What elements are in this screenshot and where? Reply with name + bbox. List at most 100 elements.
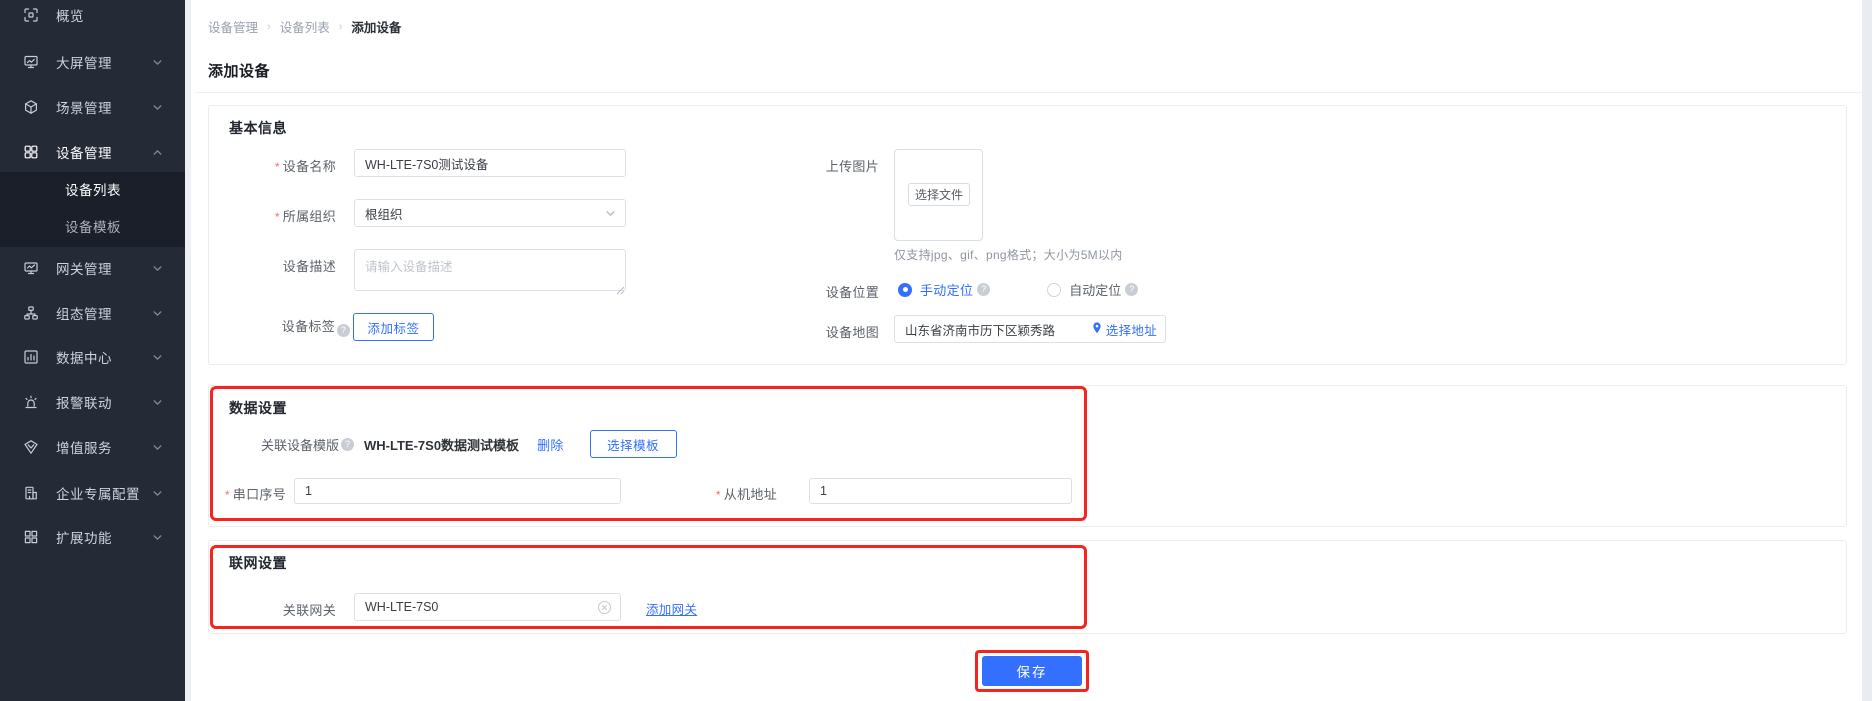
linked-template-label: 关联设备模版 (261, 437, 340, 453)
add-gateway-link[interactable]: 添加网关 (646, 599, 697, 618)
header-divider (195, 92, 1862, 93)
value-service-icon (23, 439, 39, 455)
linked-gateway-label: 关联网关 (282, 603, 336, 618)
device-map-value: 山东省济南市历下区颖秀路 (905, 323, 1056, 338)
sidebar-item-label: 组态管理 (56, 307, 112, 322)
location-radio-group: 手动定位 ? 自动定位 ? (898, 280, 1139, 299)
sidebar-item-label: 报警联动 (56, 396, 112, 411)
manual-location-radio[interactable] (898, 282, 912, 297)
chevron-down-icon (152, 308, 163, 319)
chevron-down-icon (152, 488, 163, 499)
sidebar-item-overview[interactable]: 概览 (0, 0, 185, 33)
sidebar-item-extension[interactable]: 扩展功能 (0, 519, 185, 555)
serial-port-label: * 串口序号 (224, 487, 286, 502)
chevron-down-icon (152, 352, 163, 363)
chevron-down-icon (152, 532, 163, 543)
sidebar-item-label: 扩展功能 (56, 531, 112, 546)
sidebar-item-label: 设备管理 (56, 146, 112, 161)
chevron-up-icon (152, 147, 163, 158)
sidebar-item-device-template[interactable]: 设备模板 (0, 209, 185, 246)
textarea-resize-handle[interactable] (616, 282, 625, 295)
sidebar-item-label: 大屏管理 (56, 56, 112, 71)
select-template-button[interactable]: 选择模板 (589, 430, 677, 458)
auto-location-radio[interactable] (1047, 282, 1062, 297)
sidebar-item-bigscreen[interactable]: 大屏管理 (0, 44, 185, 80)
breadcrumb-current: 添加设备 (351, 21, 402, 35)
linked-gateway-input[interactable] (354, 593, 621, 621)
add-tag-button[interactable]: 添加标签 (353, 313, 434, 341)
data-settings-card: 数据设置 关联设备模版 ? WH-LTE-7S0数据测试模板 删除 选择模板 *… (208, 385, 1847, 527)
enterprise-icon (23, 485, 39, 501)
choose-file-button[interactable]: 选择文件 (908, 183, 970, 206)
chevron-down-icon (152, 397, 163, 408)
scene-icon (23, 99, 39, 115)
slave-address-input[interactable] (809, 478, 1072, 504)
manual-location-option[interactable]: 手动定位 (920, 280, 973, 299)
sidebar-item-scene[interactable]: 场景管理 (0, 89, 185, 125)
help-icon: ? (337, 324, 350, 337)
gateway-icon (23, 260, 39, 276)
sidebar-item-gateway[interactable]: 网关管理 (0, 250, 185, 286)
device-name-label: * 设备名称 (274, 159, 336, 174)
chevron-down-icon (152, 102, 163, 113)
sidebar-gutter (185, 0, 191, 701)
sidebar-item-label: 网关管理 (56, 262, 112, 277)
sidebar-item-data-center[interactable]: 数据中心 (0, 339, 185, 375)
required-mark: * (715, 488, 721, 502)
network-settings-title: 联网设置 (229, 555, 287, 571)
breadcrumb-device-list[interactable]: 设备列表 (280, 17, 330, 36)
slave-address-label: * 从机地址 (715, 487, 777, 502)
auto-location-option[interactable]: 自动定位 (1069, 280, 1121, 299)
sidebar: 概览 大屏管理 场景管理 设备管理 设备列表 设备模板 网关管理 组态管理 数据… (0, 0, 185, 701)
device-map-input[interactable]: 山东省济南市历下区颖秀路 选择地址 (894, 315, 1166, 343)
device-map-label: 设备地图 (825, 325, 879, 340)
breadcrumb: 设备管理 › 设备列表 › 添加设备 (208, 17, 401, 36)
upload-hint: 仅支持jpg、gif、png格式；大小为5M以内 (894, 248, 1123, 262)
chevron-down-icon (152, 263, 163, 274)
breadcrumb-separator: › (338, 20, 343, 33)
page-title: 添加设备 (208, 63, 271, 80)
chevron-down-icon (152, 57, 163, 68)
screen-icon (23, 54, 39, 70)
network-settings-card: 联网设置 关联网关 添加网关 (208, 540, 1847, 634)
topology-icon (23, 305, 39, 321)
sidebar-item-device[interactable]: 设备管理 (0, 134, 185, 170)
extension-icon (23, 529, 39, 545)
device-name-input[interactable] (354, 149, 626, 177)
breadcrumb-device-management[interactable]: 设备管理 (208, 17, 258, 36)
device-location-label: 设备位置 (825, 285, 879, 300)
data-center-icon (23, 349, 39, 365)
serial-port-input[interactable] (294, 478, 621, 504)
delete-template-link[interactable]: 删除 (537, 435, 564, 454)
breadcrumb-separator: › (267, 20, 271, 33)
upload-image-dropzone[interactable]: 选择文件 (894, 149, 983, 241)
help-icon: ? (1125, 283, 1139, 296)
clear-input-icon[interactable] (597, 600, 612, 615)
sidebar-item-value-service[interactable]: 增值服务 (0, 429, 185, 465)
sidebar-item-label: 数据中心 (56, 351, 112, 366)
sidebar-item-label: 场景管理 (56, 101, 112, 116)
sidebar-item-alarm[interactable]: 报警联动 (0, 384, 185, 420)
sidebar-item-enterprise-config[interactable]: 企业专属配置 (0, 475, 185, 511)
choose-address-link[interactable]: 选择地址 (1091, 320, 1157, 339)
device-tag-label: 设备标签? (209, 316, 350, 337)
scrollbar-track[interactable] (1862, 0, 1872, 701)
organization-label: * 所属组织 (274, 209, 336, 224)
sidebar-item-label: 增值服务 (56, 441, 112, 456)
linked-template-row: 关联设备模版 ? WH-LTE-7S0数据测试模板 删除 选择模板 (261, 430, 677, 458)
sidebar-item-topology[interactable]: 组态管理 (0, 295, 185, 331)
sidebar-item-device-list[interactable]: 设备列表 (0, 172, 185, 209)
save-button[interactable]: 保存 (982, 656, 1082, 686)
device-description-label: 设备描述 (282, 259, 336, 274)
chevron-down-icon (152, 442, 163, 453)
required-mark: * (224, 488, 230, 502)
organization-select[interactable]: 根组织 (354, 199, 626, 227)
device-description-textarea[interactable] (354, 249, 626, 291)
alarm-icon (23, 394, 39, 410)
chevron-down-icon (605, 208, 616, 219)
location-pin-icon (1091, 321, 1103, 338)
sidebar-item-label: 概览 (56, 9, 84, 24)
basic-info-card: 基本信息 *设备名称 *所属组织 根组织 设备描述 设备标签? 添加标签 上传图… (208, 105, 1847, 365)
device-submenu: 设备列表 设备模板 (0, 172, 185, 247)
help-icon: ? (341, 437, 355, 451)
